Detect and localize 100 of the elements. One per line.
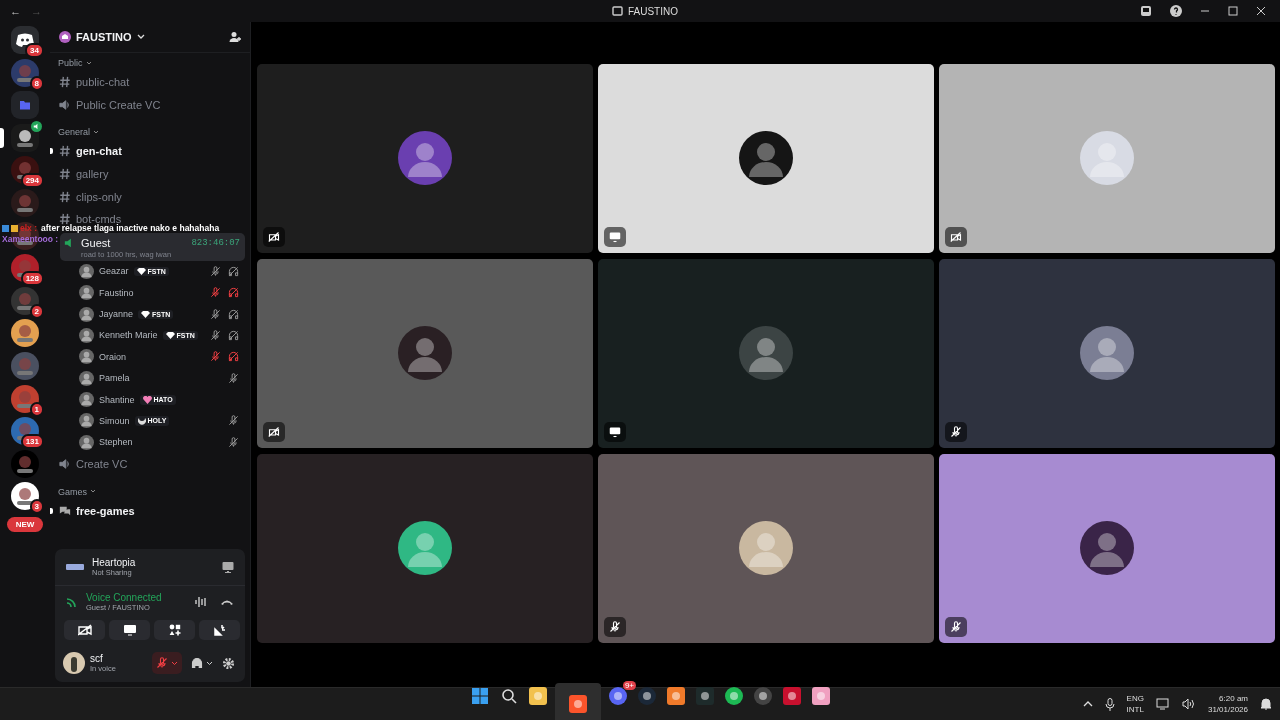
server-icon[interactable] (11, 58, 39, 87)
server-icon[interactable] (11, 319, 39, 348)
notification-bell-icon[interactable] (1260, 698, 1272, 710)
sound-waves-icon[interactable] (194, 596, 208, 608)
user-avatar (1080, 520, 1134, 575)
caret-icon (206, 660, 213, 666)
soundboard-icon (213, 624, 226, 636)
server-logo-icon (612, 6, 623, 16)
category-header[interactable]: General (58, 127, 91, 138)
server-icon (59, 31, 71, 43)
member-name[interactable]: Oraion (99, 351, 126, 362)
hashtag-icon (59, 213, 71, 226)
video-tile[interactable] (939, 454, 1275, 643)
camera-button[interactable] (64, 620, 105, 640)
user-avatar (79, 285, 94, 301)
user-avatar (79, 370, 94, 386)
headphones-icon (191, 657, 203, 669)
activities-button[interactable] (154, 620, 195, 640)
member-name[interactable]: Kenneth Marie (99, 330, 158, 341)
language-label[interactable]: ENG (1126, 693, 1144, 704)
speaker-icon (59, 458, 71, 471)
speaker-icon (59, 98, 71, 111)
video-tile[interactable] (257, 259, 593, 448)
chat-message: after relapse tlaga inactive nako e hahahaha (41, 223, 220, 233)
chat-author: Xameentooo : (2, 234, 59, 244)
user-avatar (79, 392, 94, 408)
video-tile[interactable] (939, 259, 1275, 448)
crown-icon (11, 224, 18, 232)
close-icon[interactable] (1256, 6, 1266, 16)
activity-title: Heartopia (92, 557, 137, 568)
unread-badge: 128 (20, 271, 44, 287)
category-header[interactable]: Games (58, 486, 87, 497)
heart-icon (142, 395, 152, 404)
category-header[interactable]: Public (58, 58, 83, 68)
user-avatar (739, 130, 793, 185)
server-icon[interactable] (11, 123, 39, 152)
screen-share-icon[interactable] (222, 561, 234, 573)
member-name[interactable]: Stephen (99, 437, 133, 448)
channel-name[interactable]: Create VC (76, 458, 128, 471)
add-member-icon[interactable] (229, 31, 241, 43)
unread-badge: 131 (20, 434, 44, 450)
member-name[interactable]: Pamela (99, 373, 130, 384)
channel-name[interactable]: Public Create VC (76, 98, 161, 111)
folder-icon[interactable] (11, 91, 39, 120)
inbox-icon[interactable] (1140, 5, 1152, 17)
microphone-button[interactable] (152, 652, 182, 674)
video-tile[interactable] (598, 64, 934, 253)
clock-date[interactable]: 31/01/2026 (1207, 704, 1248, 715)
video-tile[interactable] (257, 454, 593, 643)
game-icon (66, 564, 84, 570)
screen-share-icon (122, 624, 137, 636)
channel-name[interactable]: free-games (76, 504, 135, 517)
role-badge-icon (2, 224, 9, 232)
notification-badge: 9+ (622, 680, 636, 690)
member-name[interactable]: Faustino (99, 287, 134, 298)
member-name[interactable]: Jayanne (99, 309, 134, 320)
window-title: FAUSTINO (628, 5, 678, 17)
new-badge[interactable]: NEW (6, 516, 44, 532)
back-arrow-icon[interactable]: ← (10, 5, 21, 17)
chat-author: elx : (20, 223, 37, 233)
shapes-icon (168, 624, 181, 636)
video-tile[interactable] (598, 259, 934, 448)
user-avatar (398, 130, 452, 185)
video-tile[interactable] (598, 454, 934, 643)
channel-name[interactable]: public-chat (76, 76, 130, 89)
channel-name[interactable]: gen-chat (76, 145, 122, 158)
channel-name[interactable]: clips-only (76, 190, 122, 203)
username: scf (90, 653, 104, 664)
channel-name[interactable]: gallery (76, 168, 109, 181)
clock-time[interactable]: 6:20 am (1219, 693, 1248, 704)
user-avatar (398, 520, 452, 575)
soundboard-button[interactable] (199, 620, 240, 640)
user-avatar (79, 306, 94, 322)
hashtag-icon (59, 145, 71, 158)
hashtag-icon (59, 168, 71, 181)
chevron-up-icon[interactable] (1082, 701, 1093, 707)
settings-icon[interactable] (222, 656, 235, 670)
video-tile[interactable] (257, 64, 593, 253)
maximize-icon[interactable] (1228, 6, 1238, 16)
video-tile[interactable] (939, 64, 1275, 253)
member-name[interactable]: Geazar (99, 266, 129, 277)
user-avatar (79, 263, 94, 279)
network-icon[interactable] (1155, 698, 1170, 710)
member-name[interactable]: Shantine (99, 394, 135, 405)
microphone-icon[interactable] (1104, 697, 1115, 711)
channel-name[interactable]: bot-cmds (76, 213, 122, 226)
voice-connected-label: Voice Connected (86, 592, 163, 603)
server-name[interactable]: FAUSTINO (76, 31, 132, 43)
screen-share-button[interactable] (109, 620, 150, 640)
taskbar-app-icon[interactable] (555, 682, 601, 720)
user-avatar (63, 652, 85, 674)
help-icon[interactable] (1170, 5, 1182, 17)
hashtag-icon (59, 76, 71, 89)
keyboard-layout-label[interactable]: INTL (1126, 704, 1144, 715)
hang-up-icon[interactable] (220, 598, 234, 606)
member-name[interactable]: Simoun (99, 416, 130, 426)
unread-badge: 294 (20, 173, 44, 189)
discord-home-icon[interactable] (11, 26, 39, 54)
server-icon[interactable] (11, 482, 39, 511)
volume-icon[interactable] (1181, 698, 1196, 710)
